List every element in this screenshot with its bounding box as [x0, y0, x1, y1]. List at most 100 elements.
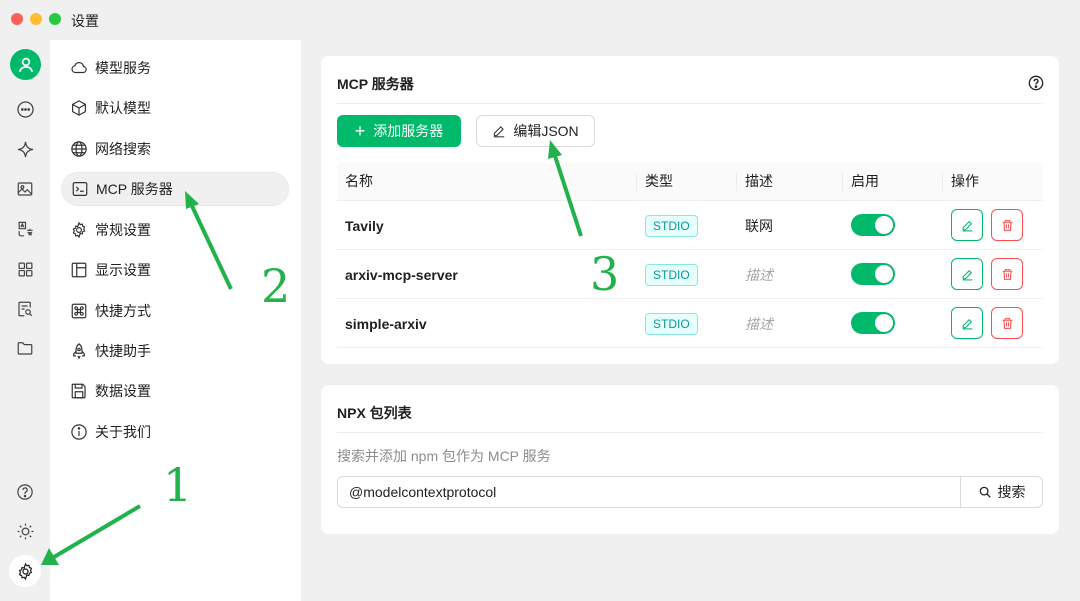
title-bar: 设置 — [0, 0, 1080, 40]
divider — [337, 432, 1043, 433]
layout-icon — [71, 262, 87, 278]
trash-icon — [1002, 317, 1012, 329]
npx-description: 搜索并添加 npm 包作为 MCP 服务 — [337, 448, 551, 464]
column-separator — [736, 173, 737, 191]
pencil-icon — [962, 269, 972, 280]
delete-server-button[interactable] — [991, 209, 1023, 241]
column-header-enabled: 启用 — [851, 173, 879, 189]
settings-icon[interactable] — [9, 555, 41, 587]
user-icon — [18, 57, 33, 72]
chat-icon[interactable] — [10, 94, 40, 124]
pencil-icon — [494, 126, 505, 138]
nav-item-default-model[interactable]: 默认模型 — [61, 91, 289, 125]
pencil-icon — [962, 318, 972, 329]
server-name: simple-arxiv — [345, 315, 427, 332]
column-separator — [942, 173, 943, 191]
maximize-window-button[interactable] — [49, 13, 61, 25]
edit-server-button[interactable] — [951, 307, 983, 339]
server-description[interactable]: 描述 — [745, 299, 773, 348]
table-row: simple-arxiv STDIO 描述 — [337, 299, 1043, 348]
nav-item-mcp-server[interactable]: MCP 服务器 — [61, 172, 289, 206]
cloud-icon — [71, 62, 87, 74]
trash-icon — [1002, 219, 1012, 231]
type-tag: STDIO — [645, 312, 698, 335]
nav-item-general[interactable]: 常规设置 — [61, 213, 289, 247]
sparkle-icon[interactable] — [10, 134, 40, 164]
image-icon[interactable] — [10, 174, 40, 204]
column-header-name: 名称 — [345, 173, 373, 189]
edit-json-label: 编辑JSON — [513, 123, 579, 139]
help-icon[interactable] — [10, 477, 40, 507]
column-header-desc: 描述 — [745, 173, 773, 189]
type-tag-cell: STDIO — [645, 201, 698, 250]
table-row: Tavily STDIO 联网 — [337, 201, 1043, 250]
main-content: MCP 服务器 + 添加服务器 编辑JSON 名称 类型 描述 启用 操作 Ta… — [301, 40, 1080, 601]
trash-icon — [1002, 268, 1012, 280]
delete-server-button[interactable] — [991, 258, 1023, 290]
enable-toggle[interactable] — [851, 214, 895, 236]
command-icon — [71, 303, 87, 319]
globe-icon — [71, 141, 87, 157]
apps-icon[interactable] — [10, 254, 40, 284]
gear-icon — [72, 221, 86, 239]
server-description[interactable]: 联网 — [745, 201, 773, 250]
folder-icon[interactable] — [10, 333, 40, 363]
nav-item-model-service[interactable]: 模型服务 — [61, 51, 289, 85]
search-icon — [979, 486, 991, 498]
nav-item-data[interactable]: 数据设置 — [61, 374, 289, 408]
annotation-label-2: 2 — [261, 259, 291, 313]
nav-item-label: 网络搜索 — [95, 141, 151, 157]
mcp-server-table: 名称 类型 描述 启用 操作 Tavily STDIO 联网 arxiv-mcp… — [337, 162, 1043, 348]
question-icon[interactable] — [1028, 75, 1044, 94]
icon-sidebar — [0, 40, 50, 601]
add-server-label: 添加服务器 — [373, 123, 444, 139]
edit-json-button[interactable]: 编辑JSON — [476, 115, 595, 147]
edit-server-button[interactable] — [951, 258, 983, 290]
nav-item-label: MCP 服务器 — [96, 181, 173, 197]
mcp-server-card: MCP 服务器 + 添加服务器 编辑JSON 名称 类型 描述 启用 操作 Ta… — [321, 56, 1059, 364]
minimize-window-button[interactable] — [30, 13, 42, 25]
nav-item-shortcuts[interactable]: 快捷方式 — [61, 294, 289, 328]
nav-item-web-search[interactable]: 网络搜索 — [61, 132, 289, 166]
add-server-button[interactable]: + 添加服务器 — [337, 115, 461, 147]
type-tag-cell: STDIO — [645, 299, 698, 348]
type-tag-cell: STDIO — [645, 250, 698, 299]
column-separator — [636, 173, 637, 191]
annotation-label-1: 1 — [163, 458, 193, 512]
nav-item-label: 快捷助手 — [95, 343, 151, 359]
document-search-icon[interactable] — [10, 294, 40, 324]
sun-icon[interactable] — [10, 516, 40, 546]
window-title: 设置 — [71, 13, 99, 29]
card-title: NPX 包列表 — [337, 405, 412, 421]
nav-item-quick-assistant[interactable]: 快捷助手 — [61, 334, 289, 368]
annotation-label-3: 3 — [590, 247, 620, 301]
nav-item-label: 常规设置 — [95, 222, 151, 238]
type-tag: STDIO — [645, 263, 698, 286]
nav-item-label: 显示设置 — [95, 262, 151, 278]
save-icon — [71, 383, 86, 399]
edit-server-button[interactable] — [951, 209, 983, 241]
type-tag: STDIO — [645, 214, 698, 237]
nav-item-label: 默认模型 — [95, 100, 151, 116]
npx-search-group: 搜索 — [337, 476, 1043, 508]
rocket-icon — [73, 343, 85, 360]
column-separator — [842, 173, 843, 191]
nav-item-about[interactable]: 关于我们 — [61, 415, 289, 449]
translate-icon[interactable] — [10, 214, 40, 244]
server-name: Tavily — [345, 217, 384, 234]
nav-item-display[interactable]: 显示设置 — [61, 253, 289, 287]
delete-server-button[interactable] — [991, 307, 1023, 339]
plus-icon: + — [354, 121, 366, 141]
column-header-type: 类型 — [645, 173, 673, 189]
enable-toggle[interactable] — [851, 263, 895, 285]
server-description[interactable]: 描述 — [745, 250, 773, 299]
search-button[interactable]: 搜索 — [960, 477, 1042, 507]
nav-item-label: 数据设置 — [95, 383, 151, 399]
close-window-button[interactable] — [11, 13, 23, 25]
user-avatar[interactable] — [10, 49, 41, 80]
npx-search-input[interactable] — [338, 477, 960, 507]
pencil-icon — [962, 220, 972, 231]
nav-item-label: 关于我们 — [95, 424, 151, 440]
enable-toggle[interactable] — [851, 312, 895, 334]
cube-icon — [72, 100, 86, 116]
